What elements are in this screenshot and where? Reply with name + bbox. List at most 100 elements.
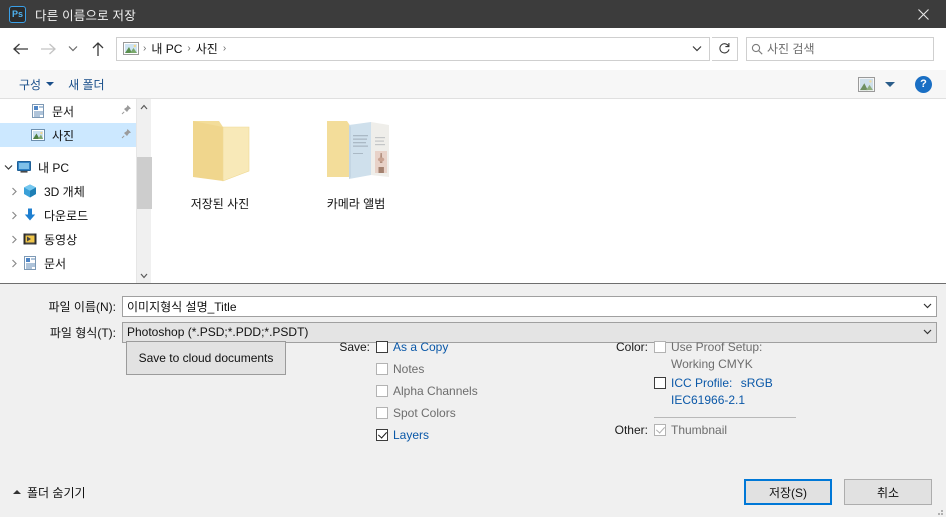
save-options-area: 파일 이름(N): 이미지형식 설명_Title 파일 형식(T): Photo… — [0, 284, 946, 467]
notes-label: Notes — [393, 362, 425, 376]
option-thumbnail: Other: Thumbnail — [608, 423, 838, 440]
search-input[interactable]: 사진 검색 — [767, 40, 815, 57]
pictures-icon — [30, 127, 46, 143]
sidebar-item-documents[interactable]: 문서 — [0, 251, 136, 275]
recent-locations-chevron-down-icon[interactable] — [62, 34, 84, 64]
scrollbar-track[interactable] — [136, 114, 152, 268]
folder-empty-icon — [192, 121, 249, 182]
color-options-column: Color: Use Proof Setup: Working CMYK ICC… — [608, 340, 838, 440]
layers-checkbox[interactable] — [376, 429, 388, 441]
chevron-down-icon[interactable] — [919, 297, 936, 316]
sidebar-item-pictures-quick[interactable]: 사진 — [0, 123, 136, 147]
option-icc-profile[interactable]: ICC Profile: sRGB — [608, 376, 838, 393]
refresh-icon[interactable] — [712, 36, 738, 61]
help-circle-icon[interactable]: ? — [915, 75, 932, 93]
photoshop-ps-icon: Ps — [9, 5, 26, 23]
icc-profile-checkbox[interactable] — [654, 377, 666, 389]
resize-grip-icon[interactable] — [934, 506, 944, 516]
spot-colors-checkbox — [376, 407, 388, 419]
chevron-right-icon[interactable] — [6, 235, 22, 244]
sidebar-item-label: 문서 — [44, 256, 67, 271]
breadcrumb-separator: › — [222, 43, 227, 54]
breadcrumb-separator: › — [143, 43, 147, 54]
organize-label: 구성 — [19, 77, 42, 92]
new-folder-button[interactable]: 새 폴더 — [61, 76, 111, 93]
color-group-label: Color: — [615, 340, 648, 354]
divider — [654, 417, 796, 418]
proof-setup-value-row: Working CMYK — [608, 357, 838, 376]
as-a-copy-checkbox[interactable] — [376, 341, 388, 353]
hide-folders-label: 폴더 숨기기 — [27, 485, 86, 500]
save-to-cloud-documents-button[interactable]: Save to cloud documents — [126, 341, 286, 375]
option-as-a-copy[interactable]: Save: As a Copy — [330, 340, 560, 362]
arrow-up-icon[interactable] — [84, 34, 112, 64]
breadcrumb-item-pictures[interactable]: 사진 — [193, 40, 221, 57]
pictures-folder-icon — [123, 42, 139, 55]
icc-profile-label[interactable]: ICC Profile: sRGB — [671, 376, 773, 391]
sidebar-item-documents-quick[interactable]: 문서 — [0, 99, 136, 123]
address-bar[interactable]: › 내 PC › 사진 › — [116, 36, 710, 61]
hide-folders-button[interactable]: 폴더 숨기기 — [13, 484, 86, 501]
options-region: Save to cloud documents Save: As a Copy … — [0, 336, 946, 467]
filename-input[interactable]: 이미지형식 설명_Title — [123, 298, 237, 315]
videos-icon — [22, 231, 38, 247]
option-alpha-channels: Alpha Channels — [330, 384, 560, 406]
dialog-footer: 폴더 숨기기 저장(S) 취소 — [0, 467, 946, 517]
sidebar-item-downloads[interactable]: 다운로드 — [0, 203, 136, 227]
layers-label[interactable]: Layers — [393, 428, 429, 443]
list-item[interactable]: 카메라 앨범 — [301, 115, 411, 212]
icc-profile-sub: IEC61966-2.1 — [671, 393, 746, 407]
filename-row: 파일 이름(N): 이미지형식 설명_Title — [0, 295, 946, 317]
chevron-down-icon[interactable] — [0, 164, 16, 171]
search-box[interactable]: 사진 검색 — [746, 36, 934, 61]
file-list-pane[interactable]: 저장된 사진 카메라 앨범 — [151, 99, 946, 283]
chevron-right-icon[interactable] — [6, 259, 22, 268]
chevron-right-icon[interactable] — [6, 187, 22, 196]
other-group-label: Other: — [614, 423, 648, 437]
caret-down-icon — [46, 82, 55, 86]
title-bar: Ps 다른 이름으로 저장 — [0, 0, 946, 28]
close-icon[interactable] — [900, 0, 946, 28]
new-folder-label: 새 폴더 — [68, 77, 105, 92]
documents-icon — [30, 103, 46, 119]
alpha-channels-label: Alpha Channels — [393, 384, 478, 398]
scrollbar-thumb[interactable] — [136, 157, 152, 210]
caret-up-icon — [13, 490, 21, 494]
use-proof-setup-label: Use Proof Setup: — [671, 340, 763, 354]
list-item[interactable]: 저장된 사진 — [165, 115, 275, 212]
view-mode-icon[interactable] — [858, 76, 875, 92]
icc-profile-sub-row: IEC61966-2.1 — [608, 393, 838, 413]
save-button[interactable]: 저장(S) — [744, 479, 832, 505]
pin-icon[interactable] — [120, 128, 132, 142]
address-chevron-down-icon[interactable] — [687, 38, 707, 60]
option-spot-colors: Spot Colors — [330, 406, 560, 428]
sidebar-item-videos[interactable]: 동영상 — [0, 227, 136, 251]
navigation-bar: › 내 PC › 사진 › 사진 검색 — [0, 28, 946, 70]
breadcrumb-item-my-pc[interactable]: 내 PC — [148, 40, 185, 57]
cancel-button[interactable]: 취소 — [844, 479, 932, 505]
icc-profile-label-text: ICC Profile: — [671, 376, 733, 390]
save-options-column: Save: As a Copy Notes Alpha Channels Spo… — [330, 340, 560, 450]
documents-icon — [22, 255, 38, 271]
chevron-right-icon[interactable] — [6, 211, 22, 220]
scroll-down-icon[interactable] — [137, 268, 152, 283]
navigation-pane-scrollbar[interactable] — [136, 99, 152, 283]
save-as-dialog: Ps 다른 이름으로 저장 › 내 PC › 사진 › 사진 검색 구성 새 폴… — [0, 0, 946, 517]
breadcrumb-separator: › — [187, 43, 191, 54]
arrow-left-icon[interactable] — [6, 34, 34, 64]
filename-combobox[interactable]: 이미지형식 설명_Title — [122, 295, 937, 317]
view-mode-caret-down-icon[interactable] — [885, 81, 895, 87]
alpha-channels-checkbox — [376, 385, 388, 397]
sidebar-item-3d-objects[interactable]: 3D 개체 — [0, 179, 136, 203]
scroll-up-icon[interactable] — [137, 99, 152, 114]
organize-button[interactable]: 구성 — [12, 76, 61, 93]
thumbnail-checkbox — [654, 424, 666, 436]
as-a-copy-label[interactable]: As a Copy — [393, 340, 448, 355]
filename-label: 파일 이름(N): — [48, 299, 117, 314]
sidebar-item-label: 사진 — [52, 128, 75, 143]
save-group-label: Save: — [339, 340, 370, 354]
arrow-right-icon — [34, 34, 62, 64]
sidebar-item-this-pc[interactable]: 내 PC — [0, 155, 136, 179]
pin-icon[interactable] — [120, 104, 132, 118]
option-layers[interactable]: Layers — [330, 428, 560, 450]
